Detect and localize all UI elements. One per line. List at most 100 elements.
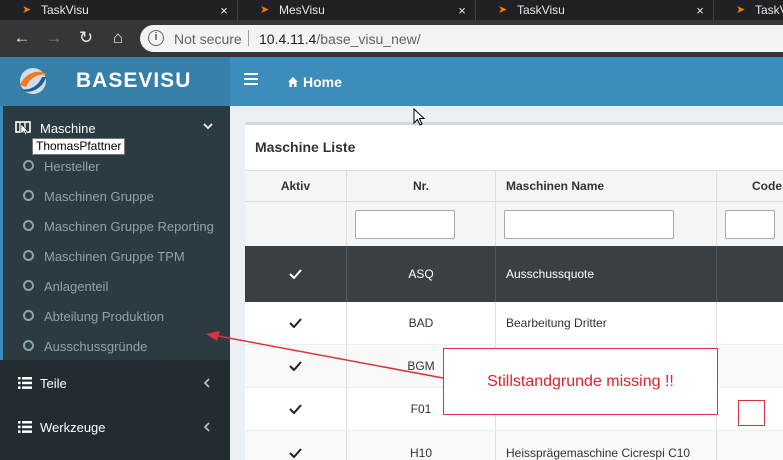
home-icon[interactable]: ⌂ xyxy=(108,28,128,48)
top-navbar: Home xyxy=(230,57,783,106)
table-row[interactable]: H10 Heissprägemaschine Cicrespi C10 xyxy=(245,431,783,460)
mesvisu-favicon-icon: ➤ xyxy=(260,3,270,16)
browser-tab[interactable]: ➤ TaskVisu × xyxy=(0,0,238,20)
sidebar-subitem-hersteller[interactable]: Hersteller xyxy=(0,152,230,182)
filter-input-code[interactable] xyxy=(725,209,775,239)
sidebar-subitem-maschinen-gruppe[interactable]: Maschinen Gruppe xyxy=(0,182,230,212)
back-arrow-icon[interactable]: ← xyxy=(12,28,32,48)
address-bar[interactable]: i Not secure 10.4.11.4/base_visu_new/ xyxy=(140,25,783,52)
circle-icon xyxy=(23,310,34,321)
taskvisu-favicon-icon: ➤ xyxy=(22,3,32,16)
url-host: 10.4.11.4 xyxy=(259,31,317,47)
name-cell: Ausschussquote xyxy=(496,246,717,302)
table-filter-row xyxy=(245,202,783,246)
circle-icon xyxy=(23,280,34,291)
sidebar-subitem-abteilung-produktion[interactable]: Abteilung Produktion xyxy=(0,302,230,332)
url-path: /base_visu_new/ xyxy=(316,31,421,47)
browser-tab[interactable]: ➤ MesVisu × xyxy=(238,0,476,20)
filter-input-name[interactable] xyxy=(504,209,674,239)
hamburger-menu-icon[interactable] xyxy=(244,73,258,87)
browser-toolbar: ← → ↻ ⌂ i Not secure 10.4.11.4/base_visu… xyxy=(0,20,783,57)
name-cell: Heissprägemaschine Cicrespi C10 xyxy=(496,431,717,460)
box-title: Maschine Liste xyxy=(255,139,356,155)
forward-arrow-icon[interactable]: → xyxy=(44,28,64,48)
table-header-row: Aktiv Nr. Maschinen Name Code xyxy=(245,170,783,202)
filter-input-nr[interactable] xyxy=(355,209,455,239)
info-icon[interactable]: i xyxy=(148,30,164,46)
app-logo-area[interactable]: BASEVISU xyxy=(0,57,230,106)
sidebar-item-teile[interactable]: Teile xyxy=(0,363,230,403)
annotation-callout: Stillstandgrunde missing !! xyxy=(443,348,718,415)
browser-tab[interactable]: ➤ TaskVisu xyxy=(714,0,783,20)
circle-icon xyxy=(23,160,34,171)
machine-icon xyxy=(15,121,31,135)
circle-icon xyxy=(23,220,34,231)
list-icon xyxy=(18,377,32,389)
tab-title: TaskVisu xyxy=(41,3,89,17)
check-icon xyxy=(289,404,302,414)
sidebar: Maschine ThomasPfattner Hersteller Masch… xyxy=(0,106,230,460)
code-cell xyxy=(717,345,783,387)
table-row[interactable]: ASQ Ausschussquote xyxy=(245,246,783,302)
url-text: 10.4.11.4/base_visu_new/ xyxy=(259,31,421,47)
check-icon xyxy=(289,269,302,279)
aktiv-cell xyxy=(245,431,347,460)
nr-cell: ASQ xyxy=(347,246,496,302)
sidebar-subitem-anlagenteil[interactable]: Anlagenteil xyxy=(0,272,230,302)
column-header-nr[interactable]: Nr. xyxy=(347,171,496,201)
code-cell xyxy=(717,302,783,344)
aktiv-cell xyxy=(245,302,347,344)
sidebar-subitem-label: Anlagenteil xyxy=(44,279,109,294)
check-icon xyxy=(289,361,302,371)
filter-cell xyxy=(347,202,496,246)
close-tab-icon[interactable]: × xyxy=(455,3,469,18)
chevron-left-icon xyxy=(203,378,210,388)
filter-cell-empty xyxy=(245,202,347,246)
aktiv-cell xyxy=(245,246,347,302)
code-cell xyxy=(717,431,783,460)
home-link[interactable]: Home xyxy=(287,74,342,90)
brand-name: BASEVISU xyxy=(76,69,192,92)
chevron-down-icon xyxy=(203,123,213,130)
circle-icon xyxy=(23,250,34,261)
sidebar-subitem-label: Ausschussgründe xyxy=(44,339,148,354)
basevisu-logo-icon xyxy=(20,68,47,94)
close-tab-icon[interactable]: × xyxy=(693,3,707,18)
browser-tab-strip: ➤ TaskVisu × ➤ MesVisu × ➤ TaskVisu × ➤ … xyxy=(0,0,783,20)
check-icon xyxy=(289,318,302,328)
divider xyxy=(248,30,249,46)
aktiv-cell xyxy=(245,345,347,387)
column-header-name[interactable]: Maschinen Name xyxy=(496,171,717,201)
nr-cell: H10 xyxy=(347,431,496,460)
sidebar-item-label: Teile xyxy=(40,376,67,391)
sidebar-subitem-label: Maschinen Gruppe xyxy=(44,189,154,204)
table-row[interactable]: BAD Bearbeitung Dritter xyxy=(245,302,783,345)
mouse-cursor-icon xyxy=(413,108,426,126)
list-icon xyxy=(18,421,32,433)
sidebar-item-label: Maschine xyxy=(40,121,96,136)
filter-cell xyxy=(496,202,717,246)
chevron-left-icon xyxy=(203,422,210,432)
circle-icon xyxy=(23,190,34,201)
taskvisu-favicon-icon: ➤ xyxy=(498,3,508,16)
sidebar-item-maschine[interactable]: Maschine xyxy=(0,116,230,140)
filter-cell xyxy=(717,202,783,246)
sidebar-subitem-label: Hersteller xyxy=(44,159,100,174)
browser-tab[interactable]: ➤ TaskVisu × xyxy=(476,0,714,20)
security-label: Not secure xyxy=(174,31,242,47)
sidebar-item-werkzeuge[interactable]: Werkzeuge xyxy=(0,407,230,447)
column-header-aktiv[interactable]: Aktiv xyxy=(245,171,347,201)
annotation-highlight-box xyxy=(738,400,765,426)
taskvisu-favicon-icon: ➤ xyxy=(736,3,746,16)
sidebar-subitem-maschinen-gruppe-reporting[interactable]: Maschinen Gruppe Reporting xyxy=(0,212,230,242)
column-header-code[interactable]: Code xyxy=(717,171,783,201)
circle-icon xyxy=(23,340,34,351)
sidebar-item-label: Werkzeuge xyxy=(40,420,106,435)
close-tab-icon[interactable]: × xyxy=(217,3,231,18)
sidebar-subitem-ausschussgruende[interactable]: Ausschussgründe xyxy=(0,332,230,362)
aktiv-cell xyxy=(245,388,347,430)
tab-title: MesVisu xyxy=(279,3,325,17)
tab-title: TaskVisu xyxy=(755,3,783,17)
reload-icon[interactable]: ↻ xyxy=(76,28,96,48)
sidebar-subitem-maschinen-gruppe-tpm[interactable]: Maschinen Gruppe TPM xyxy=(0,242,230,272)
